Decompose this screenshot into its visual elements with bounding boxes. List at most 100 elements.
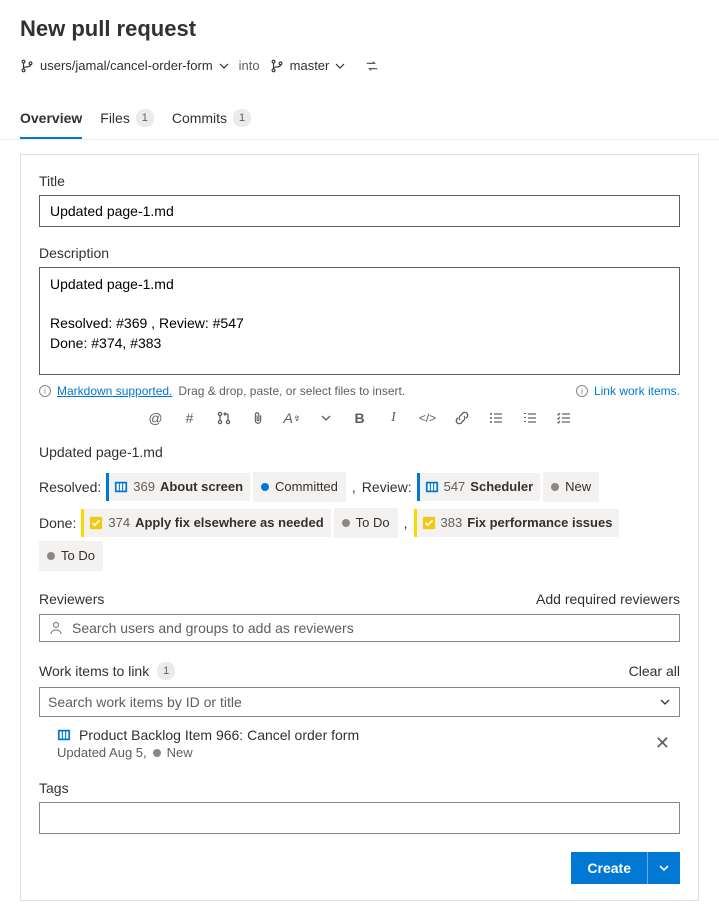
work-items-placeholder: Search work items by ID or title — [48, 694, 242, 710]
work-item-title: About screen — [160, 474, 243, 500]
mention-icon[interactable]: @ — [148, 410, 164, 426]
clear-all-button[interactable]: Clear all — [629, 663, 680, 679]
link-icon[interactable] — [454, 410, 470, 426]
bold-icon[interactable]: B — [352, 410, 368, 426]
status-chip: New — [543, 472, 599, 502]
list-bullet-icon[interactable] — [488, 410, 504, 426]
reviewers-label: Reviewers — [39, 591, 104, 607]
create-button[interactable]: Create — [571, 852, 647, 884]
hash-icon[interactable]: # — [182, 410, 198, 426]
preview-row: Resolved:369About screenCommitted,Review… — [39, 472, 680, 502]
work-item-title: Fix performance issues — [467, 510, 612, 536]
work-item-icon — [425, 480, 439, 494]
work-item-icon — [114, 480, 128, 494]
status-dot-icon — [47, 552, 55, 560]
status-dot-icon — [342, 519, 350, 527]
work-item-id: 374 — [108, 510, 130, 536]
pr-icon[interactable] — [216, 410, 232, 426]
work-item-icon — [422, 516, 436, 530]
description-label: Description — [39, 245, 680, 261]
work-item-id: 547 — [444, 474, 466, 500]
work-items-label: Work items to link — [39, 663, 149, 679]
work-item-id: 383 — [441, 510, 463, 536]
title-label: Title — [39, 173, 680, 189]
reviewers-section: Reviewers Add required reviewers — [39, 591, 680, 642]
status-chip: To Do — [39, 541, 103, 571]
tags-section: Tags — [39, 780, 680, 834]
preview-row: Done:374Apply fix elsewhere as neededTo … — [39, 508, 680, 571]
branch-icon — [270, 59, 284, 73]
preview-title: Updated page-1.md — [39, 444, 680, 460]
status-chip: Committed — [253, 472, 346, 502]
status-dot-icon — [551, 483, 559, 491]
linked-work-item: Product Backlog Item 966: Cancel order f… — [39, 717, 680, 760]
chevron-down-icon[interactable] — [318, 410, 334, 426]
chevron-down-icon — [659, 696, 671, 708]
tags-input[interactable] — [39, 802, 680, 834]
link-work-items-link[interactable]: Link work items. — [594, 384, 680, 398]
info-icon: i — [576, 385, 588, 397]
files-count-badge: 1 — [136, 109, 154, 127]
drag-hint: Drag & drop, paste, or select files to i… — [178, 384, 405, 398]
work-item-chip[interactable]: 547Scheduler — [417, 473, 541, 501]
commits-count-badge: 1 — [233, 109, 251, 127]
preview-inline-label: Review: — [362, 474, 412, 500]
work-items-search[interactable]: Search work items by ID or title — [39, 687, 680, 717]
footer: Create — [39, 834, 680, 884]
source-branch-name: users/jamal/cancel-order-form — [40, 58, 213, 73]
work-items-count-badge: 1 — [157, 662, 175, 680]
preview-row-label: Resolved: — [39, 474, 101, 500]
status-text: To Do — [61, 543, 95, 569]
tab-bar: Overview Files1 Commits1 — [0, 101, 719, 140]
status-dot-icon — [153, 749, 161, 757]
checklist-icon[interactable] — [556, 410, 572, 426]
description-textarea[interactable] — [39, 267, 680, 375]
form-panel: Title Description i Markdown supported. … — [20, 154, 699, 901]
chevron-down-icon — [335, 61, 345, 71]
separator: , — [349, 474, 359, 500]
preview-row-label: Done: — [39, 510, 76, 536]
into-label: into — [239, 58, 260, 73]
work-item-id: 369 — [133, 474, 155, 500]
editor-toolbar: @ # A↯ B I </> — [39, 406, 680, 438]
work-item-icon — [89, 516, 103, 530]
status-chip: To Do — [334, 508, 398, 538]
work-item-title: Apply fix elsewhere as needed — [135, 510, 324, 536]
work-item-chip[interactable]: 383Fix performance issues — [414, 509, 620, 537]
source-branch-selector[interactable]: users/jamal/cancel-order-form — [20, 58, 229, 73]
linked-item-updated: Updated Aug 5, — [57, 745, 147, 760]
target-branch-name: master — [290, 58, 330, 73]
separator: , — [401, 510, 411, 536]
chevron-down-icon — [219, 61, 229, 71]
status-text: To Do — [356, 510, 390, 536]
swap-branches-button[interactable] — [365, 59, 379, 73]
italic-icon[interactable]: I — [386, 410, 402, 426]
title-input[interactable] — [39, 195, 680, 227]
branch-icon — [20, 59, 34, 73]
list-numbered-icon[interactable] — [522, 410, 538, 426]
status-text: New — [565, 474, 591, 500]
remove-work-item-button[interactable]: ✕ — [649, 727, 676, 760]
work-item-title: Scheduler — [470, 474, 533, 500]
add-required-reviewers-button[interactable]: Add required reviewers — [536, 591, 680, 607]
info-icon: i — [39, 385, 51, 397]
status-dot-icon — [261, 483, 269, 491]
target-branch-selector[interactable]: master — [270, 58, 346, 73]
linked-item-title[interactable]: Product Backlog Item 966: Cancel order f… — [79, 727, 359, 743]
tab-commits[interactable]: Commits1 — [172, 101, 251, 139]
reviewers-search[interactable] — [39, 614, 680, 642]
branch-selector-row: users/jamal/cancel-order-form into maste… — [20, 58, 699, 73]
linked-item-status: New — [167, 745, 193, 760]
reviewers-input[interactable] — [72, 620, 671, 636]
attachment-icon[interactable] — [250, 410, 266, 426]
tab-overview[interactable]: Overview — [20, 101, 82, 139]
create-dropdown-button[interactable] — [647, 852, 680, 884]
tab-files[interactable]: Files1 — [100, 101, 154, 139]
status-text: Committed — [275, 474, 338, 500]
work-item-chip[interactable]: 374Apply fix elsewhere as needed — [81, 509, 330, 537]
page-title: New pull request — [20, 16, 699, 42]
code-icon[interactable]: </> — [420, 410, 436, 426]
text-style-icon[interactable]: A↯ — [284, 410, 300, 426]
work-item-chip[interactable]: 369About screen — [106, 473, 250, 501]
markdown-supported-link[interactable]: Markdown supported. — [57, 384, 172, 398]
